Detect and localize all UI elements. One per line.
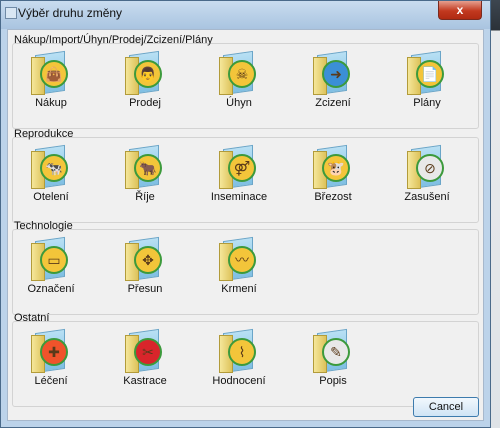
castration-icon: ✂ <box>134 338 162 366</box>
change-type-item-zasušení[interactable]: ⊘ Zasušení <box>392 144 462 203</box>
farmer-icon: 👨 <box>134 60 162 88</box>
change-type-item-prodej[interactable]: 👨 Prodej <box>110 50 180 109</box>
folder-icon: ⌇ <box>219 328 259 374</box>
group-label: Technologie <box>14 220 73 232</box>
item-label: Prodej <box>129 97 161 109</box>
item-label: Kastrace <box>123 375 167 387</box>
change-type-item-léčení[interactable]: ✚ Léčení <box>16 328 86 387</box>
change-type-item-otelení[interactable]: 🐄 Otelení <box>16 144 86 203</box>
change-type-item-nákup[interactable]: 👜 Nákup <box>16 50 86 109</box>
change-type-item-popis[interactable]: ✎ Popis <box>298 328 368 387</box>
change-type-item-říje[interactable]: 🐂 Říje <box>110 144 180 203</box>
folder-icon: ✎ <box>313 328 353 374</box>
change-type-dialog: Výběr druhu změny x Nákup/Import/Úhyn/Pr… <box>0 0 491 428</box>
document-icon: 📄 <box>416 60 444 88</box>
folder-icon: ✥ <box>125 236 165 282</box>
folder-icon: 🐮 <box>313 144 353 190</box>
item-label: Plány <box>413 97 441 109</box>
change-type-item-kastrace[interactable]: ✂ Kastrace <box>110 328 180 387</box>
group-label: Reprodukce <box>14 128 74 140</box>
feed-icon: 〰 <box>228 246 256 274</box>
gender-rings-icon: ⚤ <box>228 154 256 182</box>
item-label: Březost <box>314 191 352 203</box>
folder-icon: ✂ <box>125 328 165 374</box>
window-icon <box>5 7 17 19</box>
skull-icon: ☠ <box>228 60 256 88</box>
item-label: Hodnocení <box>212 375 266 387</box>
no-milk-icon: ⊘ <box>416 154 444 182</box>
change-type-item-přesun[interactable]: ✥ Přesun <box>110 236 180 295</box>
item-label: Zcizení <box>315 97 351 109</box>
item-label: Nákup <box>35 97 67 109</box>
folder-icon: ▭ <box>31 236 71 282</box>
change-type-item-březost[interactable]: 🐮 Březost <box>298 144 368 203</box>
window-title: Výběr druhu změny <box>18 6 123 20</box>
folder-icon: 👜 <box>31 50 71 96</box>
folder-icon: 🐂 <box>125 144 165 190</box>
item-label: Úhyn <box>226 97 252 109</box>
folder-icon: 📄 <box>407 50 447 96</box>
move-arrows-icon: ✥ <box>134 246 162 274</box>
folder-icon: ⚤ <box>219 144 259 190</box>
folder-icon: ⊘ <box>407 144 447 190</box>
item-label: Krmení <box>221 283 257 295</box>
folder-icon: 〰 <box>219 236 259 282</box>
tag-icon: ▭ <box>40 246 68 274</box>
cancel-button[interactable]: Cancel <box>413 397 479 417</box>
calf-icon: 🐄 <box>40 154 68 182</box>
folder-icon: ☠ <box>219 50 259 96</box>
folder-icon: ➜ <box>313 50 353 96</box>
cow-icon: 🐂 <box>134 154 162 182</box>
folder-icon: 🐄 <box>31 144 71 190</box>
change-type-item-krmení[interactable]: 〰 Krmení <box>204 236 274 295</box>
item-label: Inseminace <box>210 191 268 203</box>
folder-icon: 👨 <box>125 50 165 96</box>
pregnant-cow-icon: 🐮 <box>322 154 350 182</box>
change-type-item-plány[interactable]: 📄 Plány <box>392 50 462 109</box>
change-type-item-označení[interactable]: ▭ Označení <box>16 236 86 295</box>
group-label: Nákup/Import/Úhyn/Prodej/Zcizení/Plány <box>14 34 213 46</box>
medical-cross-icon: ✚ <box>40 338 68 366</box>
item-label: Říje <box>135 191 155 203</box>
group-label: Ostatní <box>14 312 50 324</box>
change-type-item-hodnocení[interactable]: ⌇ Hodnocení <box>204 328 274 387</box>
item-label: Zasušení <box>404 191 450 203</box>
chart-line-icon: ⌇ <box>228 338 256 366</box>
change-type-item-úhyn[interactable]: ☠ Úhyn <box>204 50 274 109</box>
dialog-client-area: Nákup/Import/Úhyn/Prodej/Zcizení/Plány 👜 N… <box>7 29 484 421</box>
change-type-item-zcizení[interactable]: ➜ Zcizení <box>298 50 368 109</box>
item-label: Přesun <box>127 283 163 295</box>
close-button[interactable]: x <box>438 1 482 20</box>
arrow-right-icon: ➜ <box>322 60 350 88</box>
item-label: Otelení <box>33 191 69 203</box>
item-label: Léčení <box>34 375 68 387</box>
change-type-item-inseminace[interactable]: ⚤ Inseminace <box>204 144 274 203</box>
item-label: Popis <box>319 375 347 387</box>
item-label: Označení <box>27 283 75 295</box>
title-bar: Výběr druhu změny x <box>1 1 490 29</box>
folder-icon: ✚ <box>31 328 71 374</box>
shopping-bag-icon: 👜 <box>40 60 68 88</box>
pencil-icon: ✎ <box>322 338 350 366</box>
